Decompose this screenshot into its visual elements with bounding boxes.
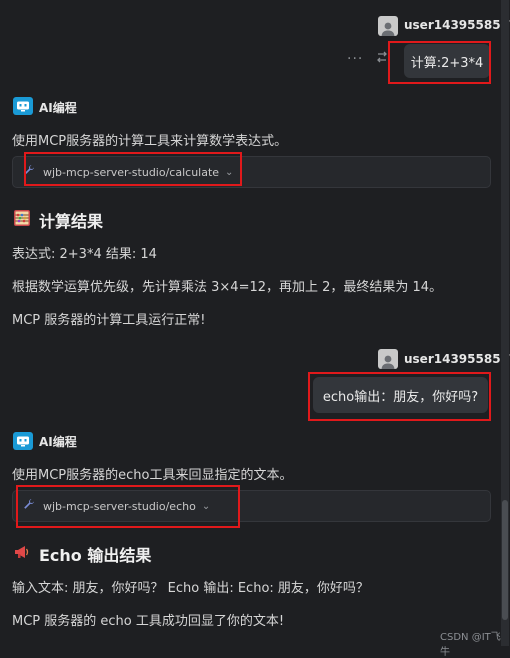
ai-avatar (13, 432, 33, 450)
retry-icon[interactable] (375, 50, 389, 68)
result-title: 计算结果 (39, 212, 104, 231)
ai-intro-text: 使用MCP服务器的echo工具来回显指定的文本。 (12, 468, 293, 483)
highlight-box (16, 485, 240, 528)
ai-name: AI编程 (39, 435, 77, 449)
user-icon (381, 355, 395, 369)
user-name: user1439558597 (404, 352, 510, 366)
user-name: user1439558597 (404, 18, 510, 32)
user-icon (381, 22, 395, 36)
watermark: CSDN @IT飞牛 (440, 632, 501, 658)
highlight-box (24, 152, 242, 186)
result-line: 根据数学运算优先级，先计算乘法 3×4=12，再加上 2，最终结果为 14。 (12, 280, 443, 295)
scrollbar-thumb[interactable] (502, 500, 508, 620)
highlight-box (308, 372, 491, 421)
ai-name: AI编程 (39, 101, 77, 115)
result-title: Echo 输出结果 (39, 546, 152, 565)
abacus-icon (13, 209, 31, 231)
ai-intro-text: 使用MCP服务器的计算工具来计算数学表达式。 (12, 134, 288, 149)
megaphone-icon (13, 543, 31, 565)
ai-avatar (13, 97, 33, 115)
user-avatar (378, 349, 398, 369)
result-line: MCP 服务器的 echo 工具成功回显了你的文本! (12, 614, 285, 629)
robot-icon (17, 436, 29, 447)
highlight-box (388, 41, 491, 84)
user-avatar (378, 16, 398, 36)
result-line: 输入文本: 朋友，你好吗？ Echo 输出: Echo: 朋友，你好吗？ (12, 581, 369, 596)
result-line: MCP 服务器的计算工具运行正常! (12, 313, 206, 328)
robot-icon (17, 101, 29, 112)
more-horizontal-icon[interactable]: ··· (347, 51, 363, 67)
result-line: 表达式: 2+3*4 结果: 14 (12, 247, 157, 262)
scrollbar-track[interactable] (501, 0, 509, 646)
